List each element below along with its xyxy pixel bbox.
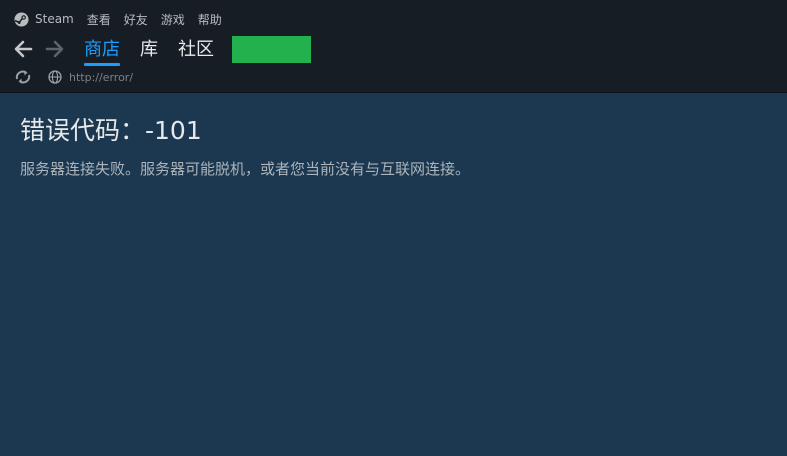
menu-games[interactable]: 游戏 [161, 11, 185, 28]
reload-icon[interactable] [14, 69, 32, 85]
steam-window: Steam 查看 好友 游戏 帮助 商店 库 社区 http://error/ … [0, 0, 787, 456]
menu-steam[interactable]: Steam [35, 12, 74, 26]
error-code-title: 错误代码：-101 [20, 116, 202, 145]
tab-community[interactable]: 社区 [178, 35, 214, 64]
title-and-nav-bar: Steam 查看 好友 游戏 帮助 商店 库 社区 http://error/ [0, 0, 787, 93]
error-message: 服务器连接失败。服务器可能脱机，或者您当前没有与互联网连接。 [20, 160, 471, 178]
back-arrow-icon[interactable] [12, 38, 34, 60]
main-nav-tabs: 商店 库 社区 [84, 35, 311, 66]
globe-icon [48, 70, 62, 84]
steam-logo-icon[interactable] [14, 11, 29, 27]
menu-help[interactable]: 帮助 [198, 11, 222, 28]
menu-view[interactable]: 查看 [87, 11, 111, 28]
forward-arrow-icon[interactable] [44, 38, 66, 60]
user-profile-tab[interactable] [232, 35, 311, 63]
menu-bar: Steam 查看 好友 游戏 帮助 [14, 10, 235, 28]
tab-library[interactable]: 库 [140, 35, 158, 64]
tab-store[interactable]: 商店 [84, 35, 120, 66]
error-content: 错误代码：-101 服务器连接失败。服务器可能脱机，或者您当前没有与互联网连接。 [20, 113, 760, 179]
menu-friends[interactable]: 好友 [124, 11, 148, 28]
address-bar: http://error/ [14, 67, 133, 87]
nav-row: 商店 库 社区 [12, 34, 311, 66]
url-text[interactable]: http://error/ [69, 71, 133, 84]
